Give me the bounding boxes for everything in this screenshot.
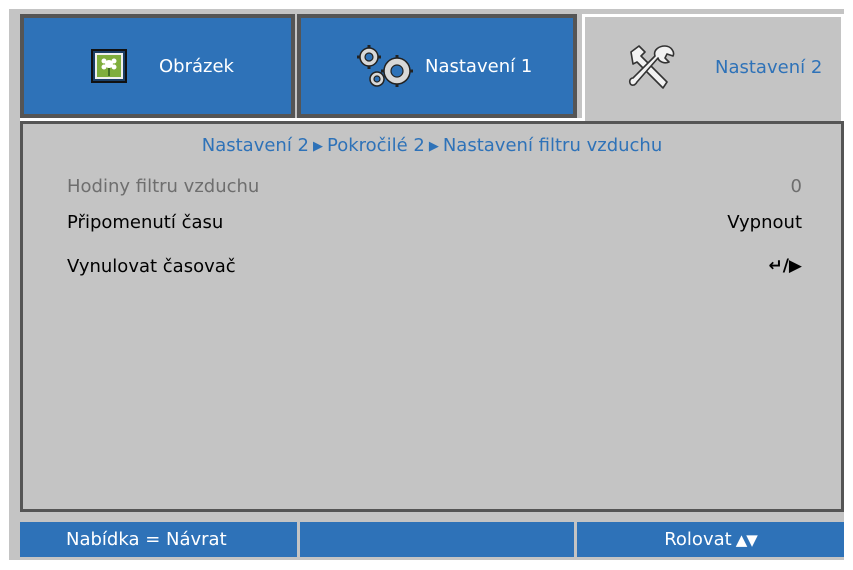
- row-label: Vynulovat časovač: [67, 255, 236, 277]
- settings-panel: Nastavení 2 ▶ Pokročilé 2 ▶ Nastavení filtru…: [20, 121, 844, 512]
- scroll-hint: Rolovat ▲▼: [577, 522, 844, 557]
- tab-label: Obrázek: [159, 55, 234, 77]
- hint-label: Nabídka = Návrat: [66, 529, 227, 550]
- picture-icon: [91, 49, 127, 83]
- tab-obrazek[interactable]: Obrázek: [20, 14, 295, 118]
- up-down-arrows-icon: ▲▼: [735, 530, 758, 549]
- hint-label: Rolovat: [664, 529, 732, 550]
- menu-row-time-reminder[interactable]: Připomenutí času Vypnout: [67, 209, 802, 235]
- breadcrumb-item[interactable]: Nastavení 2: [202, 135, 309, 156]
- tab-nastaveni-2[interactable]: Nastavení 2: [582, 14, 844, 132]
- row-value[interactable]: Vypnout: [727, 212, 802, 233]
- gears-icon: [355, 43, 417, 89]
- row-label: Připomenutí času: [67, 211, 224, 233]
- tools-icon: [625, 42, 677, 94]
- tab-nastaveni-1[interactable]: Nastavení 1: [297, 14, 577, 118]
- breadcrumb-separator-icon: ▶: [313, 139, 324, 154]
- enter-arrow-icon[interactable]: ↵/▶: [768, 256, 802, 276]
- bottom-bar-middle: [300, 522, 574, 557]
- breadcrumb-separator-icon: ▶: [428, 139, 439, 154]
- tab-label: Nastavení 2: [715, 57, 823, 78]
- tab-label: Nastavení 1: [425, 55, 533, 77]
- breadcrumb-item: Nastavení filtru vzduchu: [442, 135, 663, 156]
- breadcrumb: Nastavení 2 ▶ Pokročilé 2 ▶ Nastavení filtru…: [23, 135, 841, 156]
- menu-return-hint: Nabídka = Návrat: [20, 522, 297, 557]
- row-label: Hodiny filtru vzduchu: [67, 175, 260, 197]
- breadcrumb-item[interactable]: Pokročilé 2: [327, 135, 425, 156]
- menu-row-reset-timer[interactable]: Vynulovat časovač ↵/▶: [67, 253, 802, 279]
- menu-row-air-filter-hours: Hodiny filtru vzduchu 0: [67, 173, 802, 199]
- row-value: 0: [790, 175, 802, 197]
